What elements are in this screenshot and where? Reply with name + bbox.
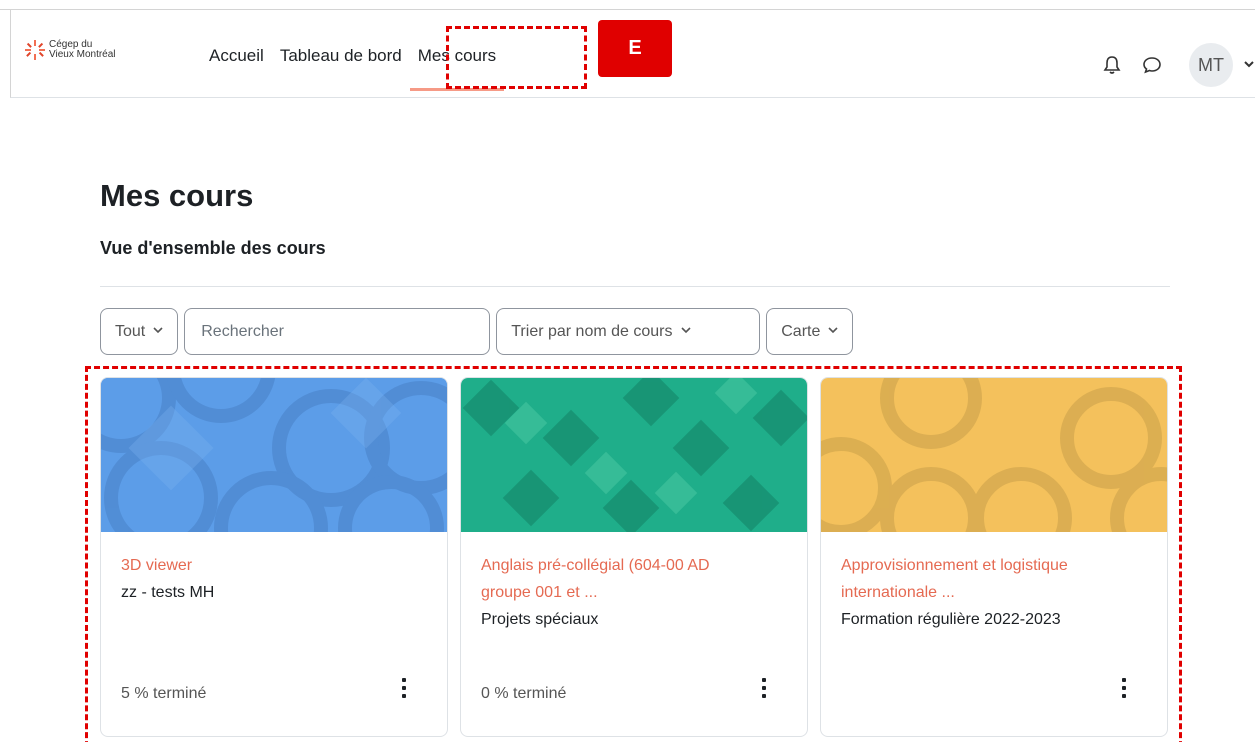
chat-icon[interactable] [1141, 54, 1163, 76]
chevron-down-icon [828, 326, 838, 337]
course-card[interactable]: Approvisionnement et logistique internat… [820, 377, 1168, 737]
course-name-line-2: groupe 001 et ... [481, 584, 598, 601]
course-image[interactable] [101, 378, 447, 532]
course-card-body: Anglais pré-collégial (604-00 AD groupe … [461, 532, 807, 653]
course-progress: 5 % terminé [121, 685, 207, 702]
view-dropdown[interactable]: Carte [766, 308, 854, 355]
course-name-line-1: Approvisionnement et logistique [841, 557, 1068, 574]
course-image[interactable] [821, 378, 1167, 532]
kebab-menu-icon[interactable] [1119, 678, 1129, 698]
annotation-badge: E [598, 20, 672, 77]
course-name-link[interactable]: Approvisionnement et logistique internat… [841, 552, 1147, 606]
chevron-down-icon [153, 326, 163, 337]
course-name-line-2: internationale ... [841, 584, 955, 601]
course-name-line-1: Anglais pré-collégial (604-00 AD [481, 557, 710, 574]
site-logo[interactable]: Cégep du Vieux Montréal [25, 40, 116, 60]
divider [100, 286, 1170, 287]
course-name-link[interactable]: 3D viewer [121, 552, 427, 579]
annotation-highlight-mes-cours [446, 26, 587, 89]
course-filters: Tout Trier par nom de cours Carte [100, 308, 854, 355]
nav-link-tableau-de-bord[interactable]: Tableau de bord [272, 46, 410, 66]
course-image-pattern [461, 378, 807, 532]
nav-link-accueil[interactable]: Accueil [201, 46, 272, 66]
course-category: zz - tests MH [121, 584, 215, 601]
course-image-pattern [821, 378, 1167, 532]
course-name-link[interactable]: Anglais pré-collégial (604-00 AD groupe … [481, 552, 787, 606]
course-image-pattern [101, 378, 447, 532]
logo-line-2: Vieux Montréal [49, 49, 116, 60]
search-input[interactable] [184, 308, 491, 355]
course-card-body: 3D viewer zz - tests MH [101, 532, 447, 626]
chevron-down-icon [680, 326, 691, 337]
course-card[interactable]: 3D viewer zz - tests MH 5 % terminé [100, 377, 448, 737]
kebab-menu-icon[interactable] [399, 678, 409, 698]
course-card[interactable]: Anglais pré-collégial (604-00 AD groupe … [460, 377, 808, 737]
sort-label: Trier par nom de cours [511, 322, 673, 340]
course-category: Formation régulière 2022-2023 [841, 611, 1061, 628]
course-image[interactable] [461, 378, 807, 532]
grouping-dropdown[interactable]: Tout [100, 308, 179, 355]
page-title: Mes cours [100, 178, 254, 213]
chevron-down-icon[interactable] [1243, 58, 1255, 72]
bell-icon[interactable] [1101, 54, 1123, 76]
grouping-label: Tout [115, 322, 146, 340]
view-label: Carte [781, 322, 821, 340]
course-progress: 0 % terminé [481, 685, 567, 702]
logo-mark-icon [25, 40, 45, 60]
window-top-edge [0, 0, 1255, 10]
course-category: Projets spéciaux [481, 611, 599, 628]
sort-dropdown[interactable]: Trier par nom de cours [496, 308, 761, 355]
logo-text: Cégep du Vieux Montréal [49, 40, 116, 60]
avatar[interactable]: MT [1189, 43, 1233, 87]
course-card-body: Approvisionnement et logistique internat… [821, 532, 1167, 653]
user-actions: MT [1101, 43, 1255, 87]
section-title: Vue d'ensemble des cours [100, 238, 326, 258]
kebab-menu-icon[interactable] [759, 678, 769, 698]
